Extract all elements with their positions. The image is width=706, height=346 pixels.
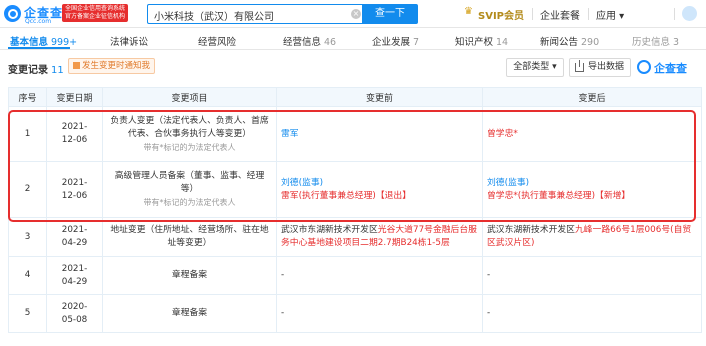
logo-icon bbox=[637, 60, 651, 74]
notify-me-link[interactable]: 发生变更时通知我 bbox=[68, 58, 156, 74]
search-input[interactable]: 小米科技（武汉）有限公司 bbox=[147, 4, 362, 24]
search-button[interactable]: 查一下 bbox=[362, 4, 418, 24]
active-tab-indicator bbox=[8, 47, 70, 49]
divider bbox=[588, 8, 589, 20]
col-item: 变更项目 bbox=[102, 87, 277, 107]
tab-development[interactable]: 企业发展 7 bbox=[372, 34, 419, 48]
divider bbox=[532, 8, 533, 20]
table-header: 序号 变更日期 变更项目 变更前 变更后 bbox=[8, 87, 702, 107]
section-title: 变更记录 11 bbox=[8, 65, 64, 76]
before-value[interactable]: 雷军 bbox=[276, 106, 483, 162]
change-records-table: 序号 变更日期 变更项目 变更前 变更后 1 2021-12-06 负责人变更（… bbox=[8, 87, 702, 333]
tab-legal[interactable]: 法律诉讼 bbox=[110, 34, 148, 48]
company-tabs: 基本信息 999+ 法律诉讼 经营风险 经营信息 46 企业发展 7 知识产权 14 新… bbox=[0, 30, 706, 50]
before-value[interactable]: 刘德(监事) 雷军(执行董事兼总经理)【退出】 bbox=[276, 161, 483, 218]
logo-icon bbox=[4, 5, 21, 22]
export-icon bbox=[575, 60, 584, 72]
nav-apps[interactable]: 应用 ▾ bbox=[596, 7, 624, 22]
tab-history[interactable]: 历史信息 3 bbox=[632, 34, 679, 48]
table-row: 1 2021-12-06 负责人变更（法定代表人、负责人、首席代表、合伙事务执行… bbox=[8, 106, 702, 162]
svip-link[interactable]: SVIP会员 bbox=[478, 7, 524, 22]
clear-icon[interactable]: × bbox=[351, 9, 361, 19]
divider bbox=[674, 8, 675, 20]
tab-ip[interactable]: 知识产权 14 bbox=[455, 34, 508, 48]
promo-badge: 全国企业信用查询系统 官方备案企业征信机构 bbox=[62, 4, 129, 22]
watermark-logo: 企查查 bbox=[637, 58, 701, 77]
tab-news[interactable]: 新闻公告 290 bbox=[540, 34, 599, 48]
tab-basic-info[interactable]: 基本信息 999+ bbox=[10, 34, 77, 48]
table-row: 3 2021-04-29 地址变更（住所地址、经营场所、驻在地址等变更） 武汉市… bbox=[8, 217, 702, 257]
type-filter-dropdown[interactable]: 全部类型 ▾ bbox=[506, 58, 564, 77]
after-value: 武汉东湖新技术开发区九峰一路66号1层006号(自贸区武汉片区) bbox=[482, 217, 702, 257]
tab-risk[interactable]: 经营风险 bbox=[198, 34, 236, 48]
after-value[interactable]: 刘德(监事) 曾学忠*(执行董事兼总经理)【新增】 bbox=[482, 161, 702, 218]
table-row: 2 2021-12-06 高级管理人员备案（董事、监事、经理等） 带有*标记的为法… bbox=[8, 161, 702, 218]
logo-domain: Qcc.com bbox=[25, 18, 52, 25]
export-button[interactable]: 导出数据 bbox=[569, 58, 631, 77]
bell-icon bbox=[73, 62, 80, 69]
tab-operation[interactable]: 经营信息 46 bbox=[283, 34, 336, 48]
avatar[interactable] bbox=[682, 6, 697, 21]
col-before: 变更前 bbox=[276, 87, 483, 107]
col-after: 变更后 bbox=[482, 87, 702, 107]
after-value[interactable]: 曾学忠* bbox=[482, 106, 702, 162]
col-index: 序号 bbox=[8, 87, 47, 107]
col-date: 变更日期 bbox=[46, 87, 103, 107]
before-value: 武汉市东湖新技术开发区光谷大道77号金融后台服务中心基地建设项目二期2.7期B2… bbox=[276, 217, 483, 257]
nav-package[interactable]: 企业套餐 bbox=[540, 7, 580, 22]
table-row: 5 2020-05-08 章程备案 - - bbox=[8, 294, 702, 333]
top-header: 企查查 Qcc.com 全国企业信用查询系统 官方备案企业征信机构 小米科技（武… bbox=[0, 0, 706, 28]
table-row: 4 2021-04-29 章程备案 - - bbox=[8, 256, 702, 295]
crown-icon: ♛ bbox=[464, 6, 473, 17]
